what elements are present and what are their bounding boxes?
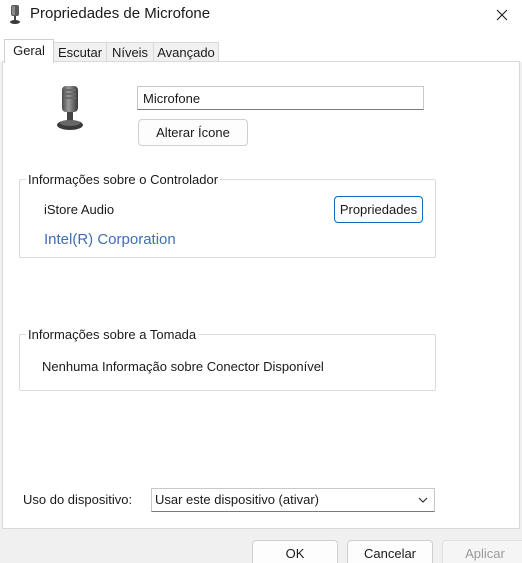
device-usage-label: Uso do dispositivo: <box>23 492 133 507</box>
tab-avancado[interactable]: Avançado <box>153 42 219 62</box>
window-title: Propriedades de Microfone <box>30 5 211 22</box>
controller-info-legend: Informações sobre o Controlador <box>26 172 221 187</box>
apply-button[interactable]: Aplicar <box>442 540 522 563</box>
controller-vendor: iStore Audio <box>44 202 115 217</box>
device-usage-select[interactable]: Usar este dispositivo (ativar) <box>151 488 435 512</box>
device-usage-selected-value: Usar este dispositivo (ativar) <box>155 492 319 507</box>
jack-info-legend: Informações sobre a Tomada <box>26 327 199 342</box>
change-icon-button[interactable]: Alterar Ícone <box>138 119 248 146</box>
close-button[interactable] <box>482 0 522 30</box>
tab-geral[interactable]: Geral <box>4 39 54 63</box>
tab-niveis[interactable]: Níveis <box>106 42 154 62</box>
tab-strip: Geral Escutar Níveis Avançado <box>0 30 522 63</box>
microphone-icon <box>57 86 83 130</box>
cancel-button[interactable]: Cancelar <box>347 540 433 563</box>
ok-button[interactable]: OK <box>252 540 338 563</box>
tab-escutar[interactable]: Escutar <box>53 42 107 62</box>
properties-button[interactable]: Propriedades <box>334 196 423 223</box>
jack-info-text: Nenhuma Informação sobre Conector Dispon… <box>42 359 324 374</box>
microphone-icon <box>10 5 20 24</box>
close-icon <box>496 9 508 21</box>
device-name-input[interactable] <box>137 86 424 110</box>
controller-manufacturer-link[interactable]: Intel(R) Corporation <box>44 231 176 248</box>
title-bar: Propriedades de Microfone <box>0 0 522 30</box>
chevron-down-icon <box>418 497 428 503</box>
